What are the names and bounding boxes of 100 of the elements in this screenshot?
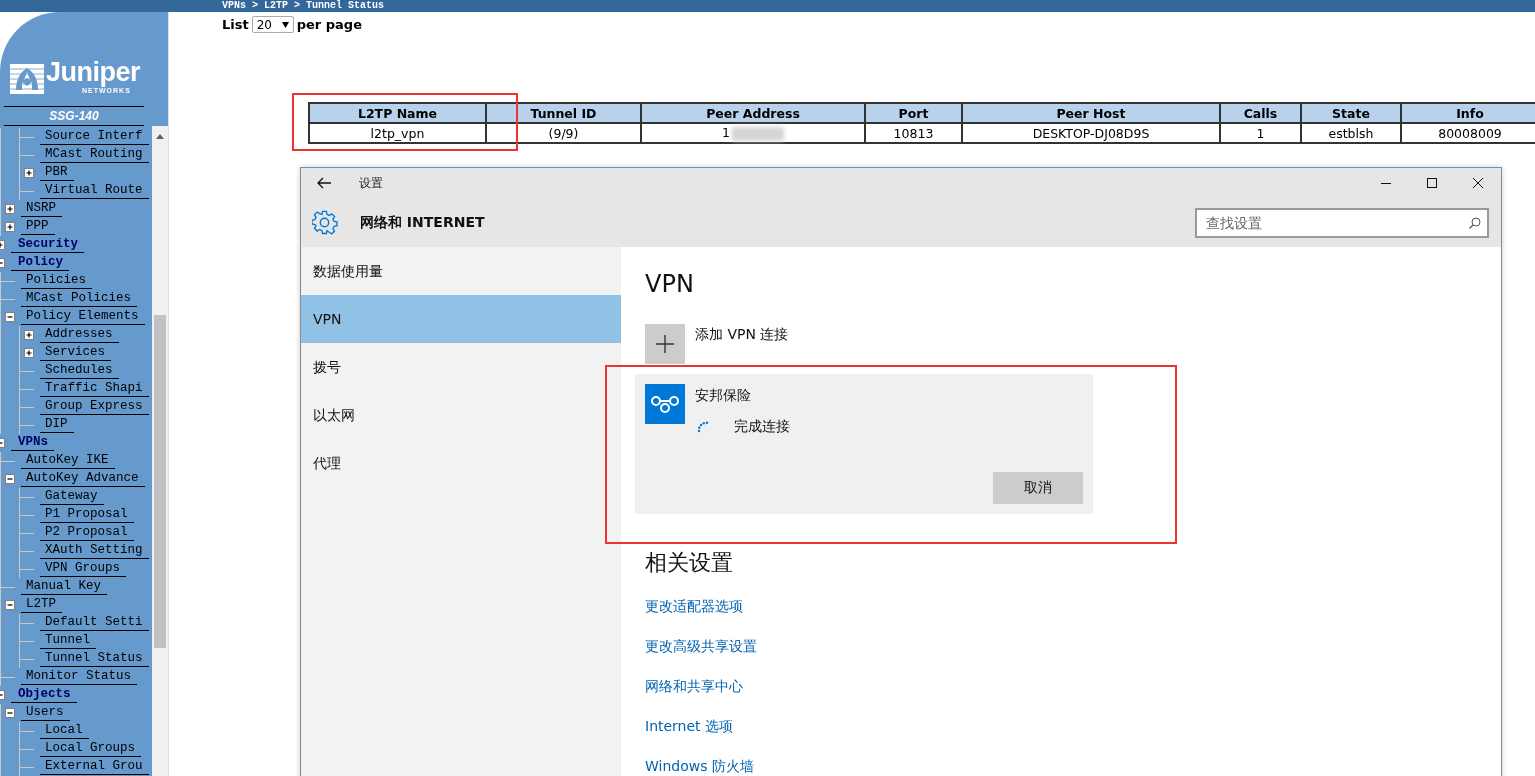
- per-page-label: per page: [296, 17, 362, 32]
- nav-link[interactable]: Group Express: [40, 399, 149, 415]
- settings-link[interactable]: 更改适配器选项: [645, 586, 743, 626]
- nav-link[interactable]: NSRP: [21, 201, 62, 217]
- search-icon[interactable]: [1469, 216, 1481, 229]
- expand-icon[interactable]: [5, 222, 15, 232]
- caret-icon: [281, 21, 289, 28]
- nav-link[interactable]: Manual Key: [21, 579, 107, 595]
- device-label: SSG-140: [4, 106, 144, 126]
- connection-name: 安邦保险: [695, 387, 751, 405]
- column-header: L2TP Name: [309, 103, 486, 123]
- nav-link[interactable]: VPN Groups: [40, 561, 126, 577]
- nav-link[interactable]: XAuth Setting: [40, 543, 149, 559]
- breadcrumb: VPNs > L2TP > Tunnel Status: [222, 0, 385, 12]
- column-header: Calls: [1220, 103, 1301, 123]
- nav-link[interactable]: P2 Proposal: [40, 525, 134, 541]
- window-title: 设置: [359, 174, 383, 192]
- nav-link[interactable]: Policy Elements: [21, 309, 145, 325]
- nav-link[interactable]: Policies: [21, 273, 92, 289]
- nav-link[interactable]: P1 Proposal: [40, 507, 134, 523]
- connection-status: 完成连接: [734, 418, 790, 436]
- nav-link[interactable]: Users: [21, 705, 70, 721]
- maximize-icon[interactable]: [1427, 178, 1437, 188]
- collapse-icon[interactable]: [5, 312, 15, 322]
- nav-link[interactable]: MCast Routing: [40, 147, 149, 163]
- nav-link[interactable]: AutoKey Advance: [21, 471, 145, 487]
- column-header: Peer Address: [641, 103, 865, 123]
- search-field[interactable]: 查找设置: [1195, 207, 1489, 238]
- back-arrow-icon[interactable]: [317, 177, 331, 189]
- collapse-icon[interactable]: [5, 708, 15, 718]
- nav-link[interactable]: Monitor Status: [21, 669, 138, 685]
- nav-link[interactable]: Virtual Route: [40, 183, 149, 199]
- page-size-select[interactable]: 20: [251, 16, 294, 33]
- vpn-connection-card[interactable]: 安邦保险 完成连接 取消: [635, 374, 1093, 514]
- section-title: 网络和 INTERNET: [360, 213, 485, 232]
- nav-link[interactable]: Local Groups: [40, 741, 141, 757]
- table-cell: l2tp_vpn: [309, 123, 486, 143]
- collapse-icon[interactable]: [5, 474, 15, 484]
- nav-link[interactable]: Local: [40, 723, 89, 739]
- nav-link[interactable]: DIP: [40, 417, 74, 433]
- scrollbar-thumb[interactable]: [154, 315, 166, 648]
- nav-item[interactable]: VPN: [301, 295, 621, 343]
- table-cell: (9/9): [486, 123, 641, 143]
- logo-icon: [10, 64, 44, 94]
- column-header: State: [1301, 103, 1401, 123]
- column-header: Port: [865, 103, 962, 123]
- nav-link[interactable]: Security: [11, 237, 84, 253]
- add-vpn-button[interactable]: [645, 324, 685, 364]
- redaction-blur: [731, 126, 784, 141]
- nav-link[interactable]: Schedules: [40, 363, 119, 379]
- nav-item[interactable]: 以太网: [301, 391, 621, 439]
- nav-item[interactable]: 拨号: [301, 343, 621, 391]
- nav-link[interactable]: External Grou: [40, 759, 149, 775]
- nav-link[interactable]: L2TP: [21, 597, 62, 613]
- expand-icon[interactable]: [5, 204, 15, 214]
- nav-link[interactable]: MCast Policies: [21, 291, 138, 307]
- table-cell: 1: [1220, 123, 1301, 143]
- nav-link[interactable]: VPNs: [11, 435, 54, 451]
- add-vpn-label[interactable]: 添加 VPN 连接: [695, 326, 789, 344]
- nav-item[interactable]: 代理: [301, 439, 621, 487]
- table-cell: estblsh: [1301, 123, 1401, 143]
- scroll-up-icon[interactable]: [156, 134, 164, 139]
- settings-icon: [312, 209, 338, 236]
- nav-link[interactable]: Default Setti: [40, 615, 149, 631]
- nav-link[interactable]: PPP: [21, 219, 55, 235]
- nav-link[interactable]: Traffic Shapi: [40, 381, 149, 397]
- settings-link[interactable]: Internet 选项: [645, 706, 734, 746]
- column-header: Peer Host: [962, 103, 1220, 123]
- nav-link[interactable]: Services: [40, 345, 111, 361]
- related-settings-heading: 相关设置: [645, 549, 734, 577]
- nav-link[interactable]: AutoKey IKE: [21, 453, 115, 469]
- nav-link[interactable]: Tunnel Status: [40, 651, 149, 667]
- nav-link[interactable]: Policy: [11, 255, 69, 271]
- settings-link[interactable]: 更改高级共享设置: [645, 626, 757, 666]
- nav-link[interactable]: PBR: [40, 165, 74, 181]
- settings-link[interactable]: 网络和共享中心: [645, 666, 743, 706]
- nav-link[interactable]: Gateway: [40, 489, 104, 505]
- close-icon[interactable]: [1473, 178, 1483, 188]
- column-header: Tunnel ID: [486, 103, 641, 123]
- expand-icon[interactable]: [24, 330, 34, 340]
- nav-link[interactable]: Tunnel: [40, 633, 96, 649]
- table-cell: 1: [641, 123, 865, 143]
- collapse-icon[interactable]: [5, 600, 15, 610]
- expand-icon[interactable]: [24, 348, 34, 358]
- list-label: List: [222, 17, 249, 32]
- nav-link[interactable]: Addresses: [40, 327, 119, 343]
- page-heading: VPN: [645, 270, 695, 298]
- nav-item[interactable]: 数据使用量: [301, 247, 621, 295]
- nav-link[interactable]: Source Interf: [40, 129, 149, 145]
- plus-icon: [656, 335, 674, 353]
- column-header: Info: [1401, 103, 1535, 123]
- expand-icon[interactable]: [24, 168, 34, 178]
- spinner-icon: [697, 421, 709, 433]
- nav-link[interactable]: Objects: [11, 687, 77, 703]
- logo-name: Juniper: [46, 57, 141, 88]
- table-cell: 10813: [865, 123, 962, 143]
- cancel-button[interactable]: 取消: [993, 472, 1083, 504]
- table-cell: DESKTOP-DJ08D9S: [962, 123, 1220, 143]
- vpn-icon: [645, 384, 685, 424]
- settings-link[interactable]: Windows 防火墙: [645, 746, 754, 776]
